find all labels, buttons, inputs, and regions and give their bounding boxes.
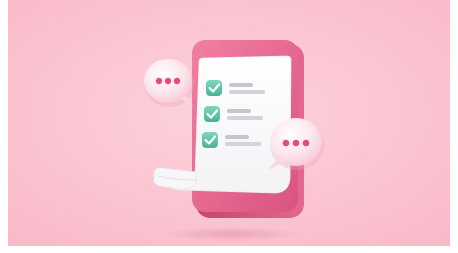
floor-shadow: [162, 227, 302, 241]
dot: [292, 139, 300, 147]
illustration-scene: [0, 0, 458, 253]
checklist-illustration: [0, 0, 458, 253]
text-line: [225, 135, 249, 139]
text-line: [229, 90, 265, 94]
dot: [302, 139, 310, 147]
dot: [282, 139, 290, 147]
dot: [173, 77, 181, 85]
right-edge: [450, 0, 458, 253]
left-edge: [0, 0, 8, 253]
bottom-strip: [0, 246, 458, 253]
dot: [164, 77, 172, 85]
text-line: [229, 83, 253, 87]
text-line: [225, 142, 261, 146]
dot: [155, 77, 163, 85]
text-line: [227, 109, 251, 113]
text-line: [227, 116, 263, 120]
